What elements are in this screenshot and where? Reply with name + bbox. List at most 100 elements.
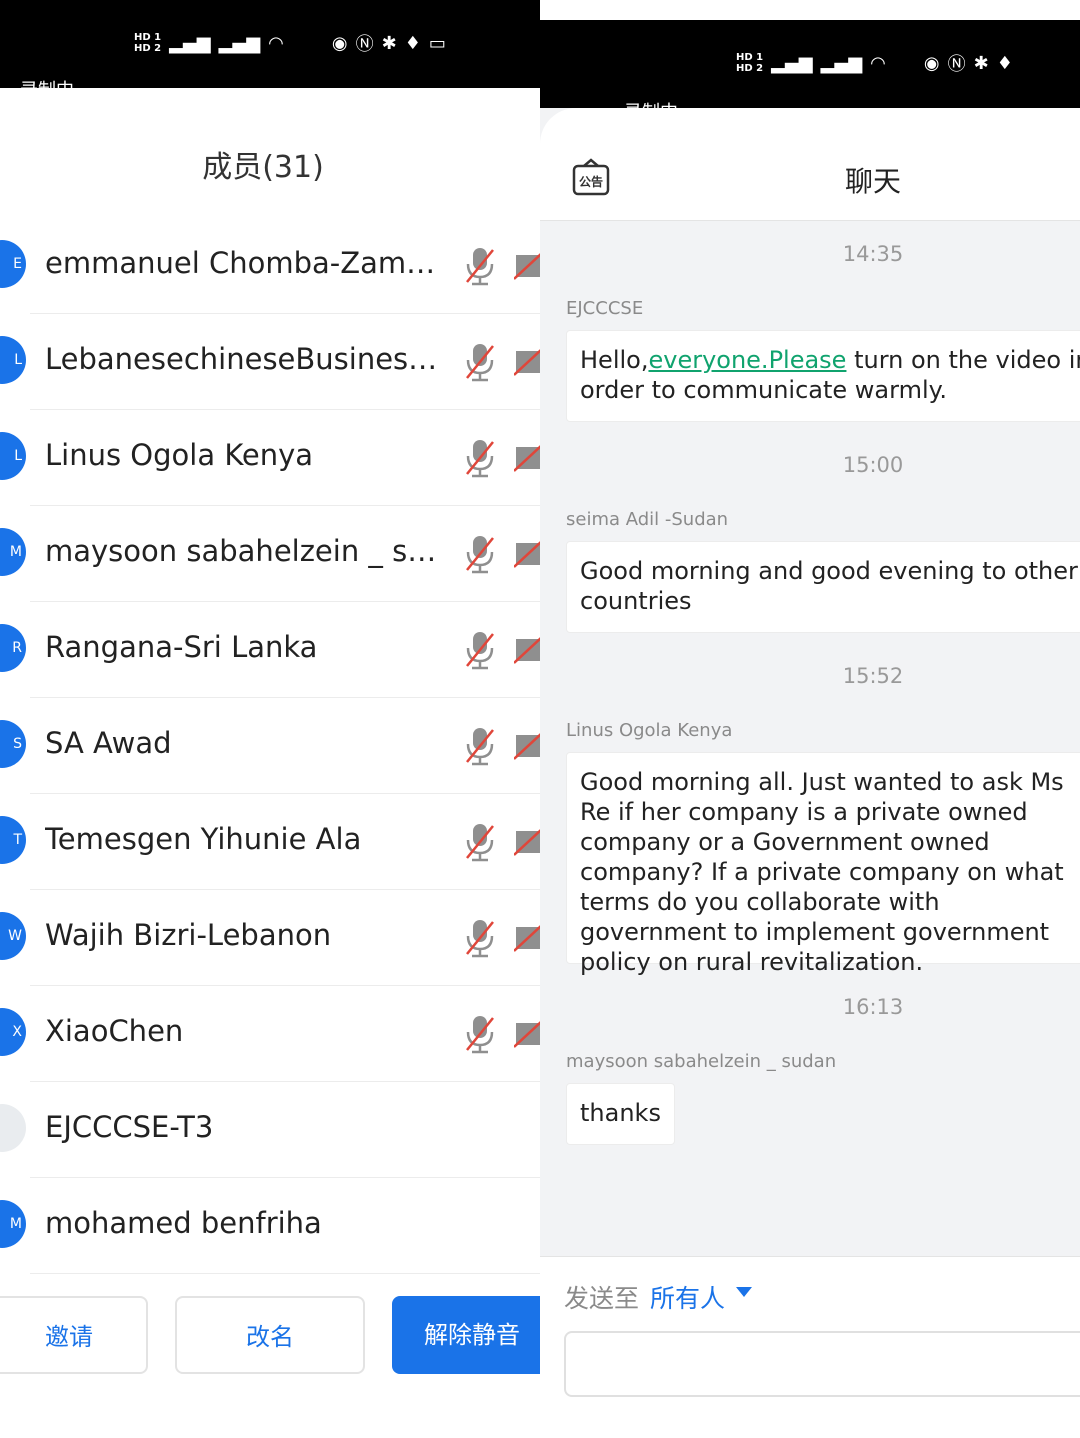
compose-area: 发送至 所有人 bbox=[540, 1256, 1080, 1438]
rename-button[interactable]: 改名 bbox=[175, 1296, 365, 1374]
bluetooth-icon: ✱ bbox=[381, 32, 397, 54]
status-bar: HD 1HD 2 ▂▄▆ ▂▄▆ ◠ ◉ Ⓝ ✱ ♦ 录制中 bbox=[540, 20, 1080, 108]
message-time: 15:00 bbox=[842, 453, 904, 477]
mic-muted-icon[interactable] bbox=[463, 534, 497, 574]
member-name: emmanuel Chomba-Zambia bbox=[45, 246, 445, 280]
member-name: Temesgen Yihunie Ala bbox=[45, 822, 362, 856]
unmute-button[interactable]: 解除静音 bbox=[392, 1296, 540, 1374]
member-row[interactable]: Eemmanuel Chomba-Zambia bbox=[0, 218, 540, 314]
page-title: 成员(31) bbox=[202, 150, 324, 185]
nfc-icon: Ⓝ bbox=[947, 54, 966, 75]
avatar: T bbox=[0, 816, 26, 864]
message-sender: EJCCCSE bbox=[566, 298, 644, 319]
status-bar: HD 1HD 2 ▂▄▆ ▂▄▆ ◠ ◉ Ⓝ ✱ ♦ ▭ 录制中 bbox=[0, 0, 540, 88]
message-time: 14:35 bbox=[842, 242, 904, 266]
divider bbox=[30, 1273, 540, 1274]
avatar: R bbox=[0, 624, 26, 672]
message-bubble: Hello,everyone.Please turn on the video … bbox=[566, 330, 1080, 422]
camera-off-icon[interactable] bbox=[513, 924, 540, 952]
member-name: mohamed benfriha bbox=[45, 1206, 322, 1240]
recording-indicator: 录制中 bbox=[20, 76, 74, 88]
camera-off-icon[interactable] bbox=[513, 828, 540, 856]
signal-icon: ▂▄▆ bbox=[218, 32, 261, 54]
member-name: LebanesechineseBusinessA… bbox=[45, 342, 445, 376]
camera-off-icon[interactable] bbox=[513, 732, 540, 760]
status-icons: HD 1 HD 2 ▂▄▆ ▂▄▆ ◠ ◉ Ⓝ ✱ ♦ ▭ bbox=[134, 30, 446, 56]
members-sheet: 成员(31) Eemmanuel Chomba-Zambia L Lebanesec… bbox=[0, 88, 540, 1438]
camera-off-icon[interactable] bbox=[513, 636, 540, 664]
wifi-icon: ◠ bbox=[870, 52, 886, 74]
message-bubble: Good morning all. Just wanted to ask Ms … bbox=[566, 752, 1080, 976]
mic-muted-icon[interactable] bbox=[463, 918, 497, 958]
mic-muted-icon[interactable] bbox=[463, 246, 497, 286]
mic-status-icon: ♦ bbox=[404, 32, 421, 54]
member-name: XiaoChen bbox=[45, 1014, 184, 1048]
avatar: E bbox=[0, 240, 26, 288]
mic-muted-icon[interactable] bbox=[463, 726, 497, 766]
avatar: L bbox=[0, 336, 26, 384]
member-name: Wajih Bizri-Lebanon bbox=[45, 918, 332, 952]
members-panel: HD 1HD 2 ▂▄▆ ▂▄▆ ◠ ◉ Ⓝ ✱ ♦ ▭ 录制中 成员(31) … bbox=[0, 0, 540, 1438]
camera-off-icon[interactable] bbox=[513, 252, 540, 280]
member-row[interactable]: EJCCCSE-T3 bbox=[0, 1082, 540, 1178]
mic-muted-icon[interactable] bbox=[463, 822, 497, 862]
member-row[interactable]: S SA Awad bbox=[0, 698, 540, 794]
member-row[interactable]: L LebanesechineseBusinessA… bbox=[0, 314, 540, 410]
nfc-icon: Ⓝ bbox=[355, 34, 374, 55]
mic-muted-icon[interactable] bbox=[463, 630, 497, 670]
hd-icon: HD 1 HD 2 bbox=[134, 32, 162, 54]
avatar: W bbox=[0, 912, 26, 960]
avatar: L bbox=[0, 432, 26, 480]
mic-muted-icon[interactable] bbox=[463, 438, 497, 478]
mic-muted-icon[interactable] bbox=[463, 1014, 497, 1054]
send-to-label: 发送至 bbox=[564, 1284, 640, 1313]
message-bubble: thanks bbox=[566, 1083, 675, 1145]
message-link[interactable]: everyone.Please bbox=[648, 346, 846, 374]
hd-icon: HD 1 HD 2 bbox=[736, 52, 764, 74]
wifi-icon: ◠ bbox=[268, 32, 284, 54]
mic-status-icon: ♦ bbox=[996, 52, 1013, 74]
camera-off-icon[interactable] bbox=[513, 348, 540, 376]
member-row[interactable]: Mmaysoon sabahelzein _ sudan bbox=[0, 506, 540, 602]
chat-sheet: 公告 聊天 14:35 EJCCCSE Hello,everyone.Pleas… bbox=[540, 108, 1080, 1438]
member-row[interactable]: Mmohamed benfriha bbox=[0, 1178, 540, 1274]
chat-title: 聊天 bbox=[844, 165, 901, 198]
message-time: 16:13 bbox=[842, 995, 904, 1019]
message-time: 15:52 bbox=[842, 664, 904, 688]
member-name: EJCCCSE-T3 bbox=[45, 1110, 214, 1144]
member-row[interactable]: R Rangana-Sri Lanka bbox=[0, 602, 540, 698]
member-name: Rangana-Sri Lanka bbox=[45, 630, 318, 664]
battery-icon: ▭ bbox=[428, 32, 446, 54]
camera-off-icon[interactable] bbox=[513, 1020, 540, 1048]
invite-button[interactable]: 邀请 bbox=[0, 1296, 148, 1374]
member-name: maysoon sabahelzein _ sudan bbox=[45, 534, 445, 568]
eye-icon: ◉ bbox=[331, 32, 348, 54]
recording-indicator: 录制中 bbox=[624, 98, 678, 108]
camera-off-icon[interactable] bbox=[513, 444, 540, 472]
message-sender: maysoon sabahelzein _ sudan bbox=[566, 1051, 837, 1072]
bluetooth-icon: ✱ bbox=[973, 52, 989, 74]
member-row[interactable]: X XiaoChen bbox=[0, 986, 540, 1082]
signal-icon: ▂▄▆ bbox=[820, 52, 863, 74]
chat-header: 公告 聊天 bbox=[540, 108, 1080, 221]
dropdown-arrow-icon[interactable] bbox=[736, 1287, 752, 1297]
avatar: M bbox=[0, 528, 26, 576]
member-row[interactable]: W Wajih Bizri-Lebanon bbox=[0, 890, 540, 986]
member-row[interactable]: T Temesgen Yihunie Ala bbox=[0, 794, 540, 890]
eye-icon: ◉ bbox=[923, 52, 940, 74]
status-icons: HD 1 HD 2 ▂▄▆ ▂▄▆ ◠ ◉ Ⓝ ✱ ♦ bbox=[736, 50, 1013, 76]
member-name: Linus Ogola Kenya bbox=[45, 438, 314, 472]
member-name: SA Awad bbox=[45, 726, 172, 760]
chat-panel: HD 1HD 2 ▂▄▆ ▂▄▆ ◠ ◉ Ⓝ ✱ ♦ 录制中 公告 聊天 14:… bbox=[540, 0, 1080, 1438]
member-row[interactable]: L Linus Ogola Kenya bbox=[0, 410, 540, 506]
signal-icon: ▂▄▆ bbox=[169, 32, 211, 54]
message-bubble: Good morning and good evening to other c… bbox=[566, 541, 1080, 633]
avatar: X bbox=[0, 1008, 26, 1056]
avatar: M bbox=[0, 1200, 26, 1248]
camera-off-icon[interactable] bbox=[513, 540, 540, 568]
message-input[interactable] bbox=[564, 1331, 1080, 1397]
message-sender: Linus Ogola Kenya bbox=[566, 720, 733, 741]
signal-icon: ▂▄▆ bbox=[771, 52, 813, 74]
recipient-selector[interactable]: 所有人 bbox=[650, 1279, 725, 1315]
mic-muted-icon[interactable] bbox=[463, 342, 497, 382]
